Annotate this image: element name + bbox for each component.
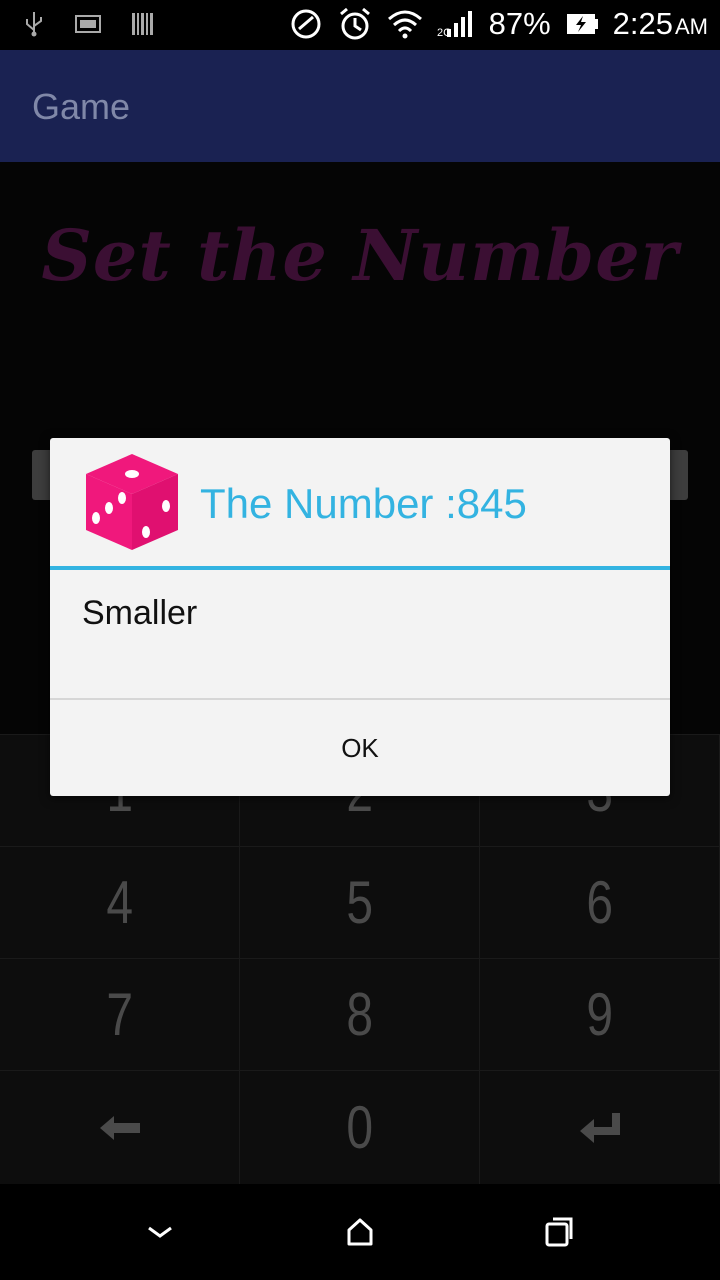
backspace-icon — [99, 1115, 140, 1140]
key-9[interactable]: 9 — [480, 958, 720, 1070]
action-bar: Game — [0, 50, 720, 162]
key-enter[interactable] — [480, 1070, 720, 1184]
dialog-header: The Number :845 — [50, 438, 670, 566]
signal-icon: 2G — [437, 11, 472, 39]
dialog-message: Smaller — [82, 594, 198, 632]
recents-icon — [545, 1217, 573, 1247]
clock-time: 2:25 — [612, 6, 673, 41]
key-5[interactable]: 5 — [240, 846, 480, 958]
key-7[interactable]: 7 — [0, 958, 240, 1070]
status-bar: 2G 87% 2:25AM — [0, 0, 720, 50]
dialog-divider — [50, 566, 670, 570]
key-label: 0 — [346, 1094, 373, 1161]
app-title: Game — [32, 86, 131, 127]
page-title: Set the Number — [41, 214, 679, 297]
key-label: 6 — [586, 869, 613, 936]
key-backspace[interactable] — [0, 1070, 240, 1184]
dice-icon — [86, 454, 178, 550]
dialog-title: The Number :845 — [200, 480, 527, 527]
navigation-bar — [0, 1184, 720, 1280]
back-icon — [148, 1226, 172, 1238]
battery-percent: 87% — [488, 6, 551, 41]
barcode-icon — [132, 13, 153, 35]
key-label: 4 — [106, 869, 133, 936]
sync-icon — [291, 9, 321, 39]
key-6[interactable]: 6 — [480, 846, 720, 958]
key-label: 5 — [346, 869, 373, 936]
key-label: 8 — [346, 981, 373, 1048]
ok-button[interactable]: OK — [50, 700, 670, 796]
screenshot-icon — [75, 15, 101, 33]
key-label: 7 — [106, 981, 133, 1048]
result-dialog: The Number :845 Smaller OK — [50, 438, 670, 796]
svg-text:2G: 2G — [437, 27, 452, 39]
back-button[interactable] — [140, 1212, 180, 1252]
key-4[interactable]: 4 — [0, 846, 240, 958]
key-0[interactable]: 0 — [240, 1070, 480, 1184]
key-label: 9 — [586, 981, 613, 1048]
home-icon — [347, 1218, 373, 1246]
number-keypad: 1 2 3 4 5 6 7 8 9 0 — [0, 734, 720, 1184]
home-button[interactable] — [340, 1212, 380, 1252]
wifi-icon — [387, 10, 422, 39]
key-8[interactable]: 8 — [240, 958, 480, 1070]
recents-button[interactable] — [540, 1212, 580, 1252]
enter-icon — [579, 1112, 620, 1143]
usb-icon — [26, 12, 42, 37]
alarm-icon — [339, 7, 370, 40]
battery-charging-icon — [566, 14, 598, 34]
clock: 2:25AM — [613, 6, 708, 42]
clock-ampm: AM — [675, 14, 708, 39]
